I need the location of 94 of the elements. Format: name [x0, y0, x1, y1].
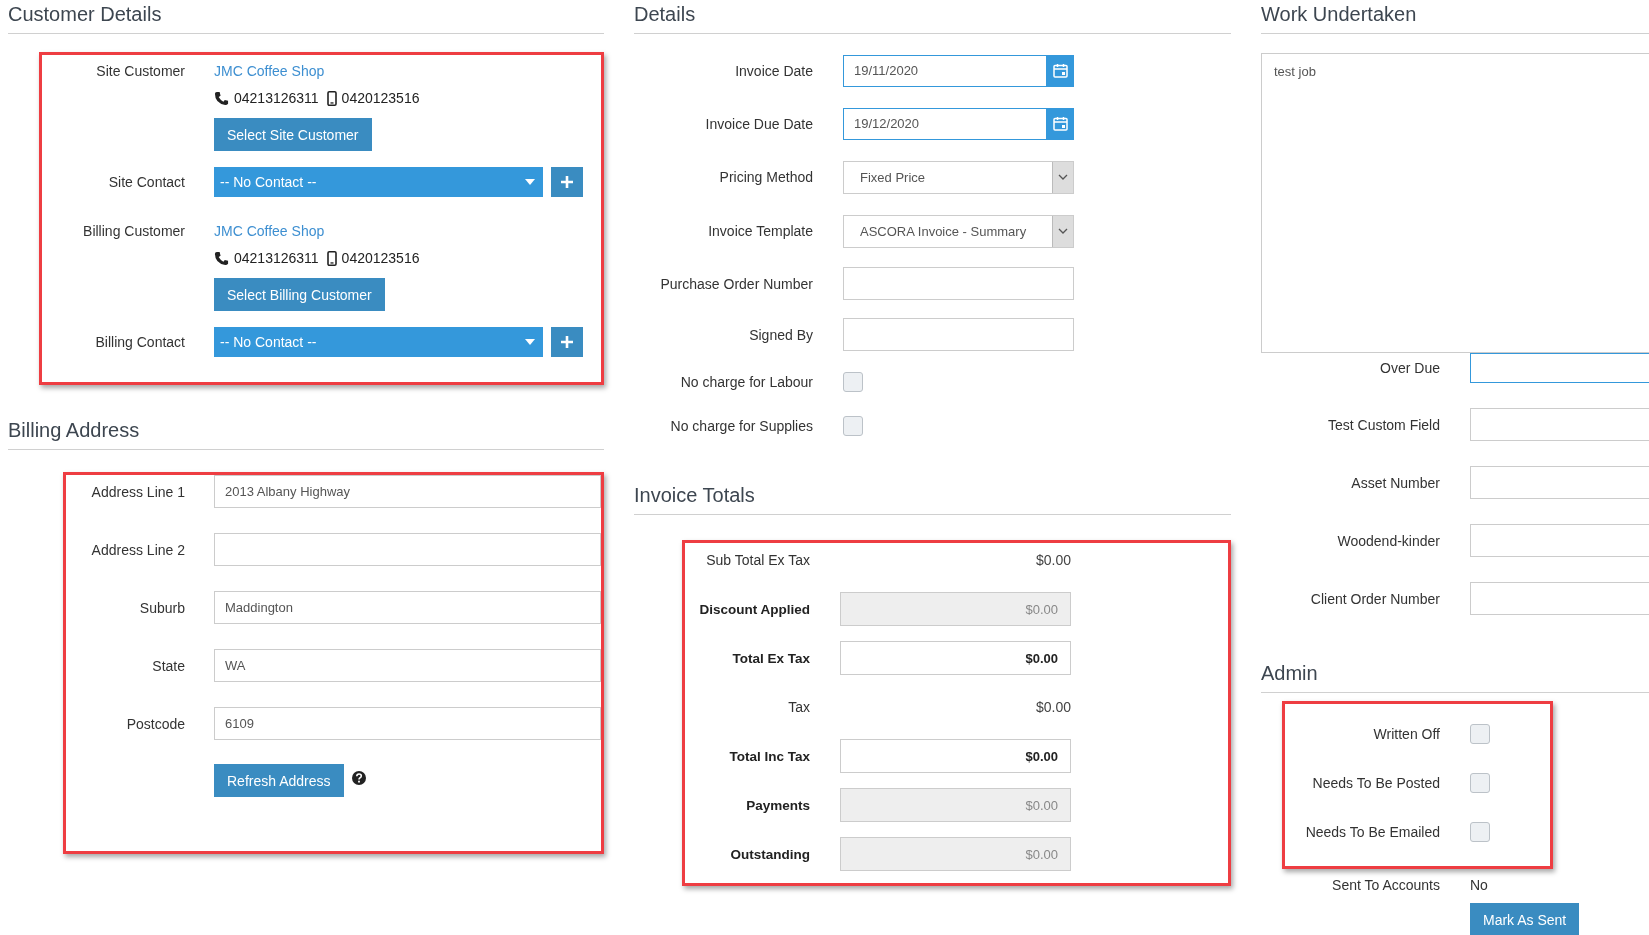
field-label: Test Custom Field: [1326, 416, 1440, 433]
phone-icon: [214, 90, 229, 106]
select-customer-button[interactable]: Select Billing Customer: [214, 278, 385, 311]
customer-link[interactable]: JMC Coffee Shop: [214, 61, 325, 81]
mobile-number: 0420123516: [341, 249, 420, 268]
field-label: Address Line 2: [90, 541, 185, 558]
checkbox[interactable]: [843, 372, 863, 392]
field-label: Client Order Number: [1309, 590, 1440, 607]
phone-number: 04213126311: [234, 89, 319, 108]
help-icon: [351, 770, 366, 785]
mobile-phone-icon: [326, 250, 337, 266]
plus-icon: [561, 176, 573, 188]
field-label: Needs To Be Posted: [1311, 775, 1440, 791]
phone-icon: [214, 250, 229, 266]
field-label: Postcode: [125, 715, 185, 732]
checkbox[interactable]: [1470, 724, 1490, 744]
field-label: Pricing Method: [718, 169, 813, 185]
field-label: Invoice Date: [734, 62, 813, 79]
readonly-total-field: $0.00: [840, 837, 1071, 871]
field-label: Invoice Template: [707, 223, 813, 239]
total-field: $0.00: [840, 641, 1071, 675]
address-field[interactable]: 2013 Albany Highway: [214, 475, 601, 508]
phone-number: 04213126311: [234, 249, 319, 268]
field-label: Purchase Order Number: [659, 275, 813, 292]
calendar-button[interactable]: [1047, 107, 1074, 140]
field-label: Total Inc Tax: [728, 748, 810, 764]
field-label: Billing Customer: [82, 222, 185, 241]
text-field[interactable]: [843, 318, 1074, 351]
field-label: Address Line 1: [90, 483, 185, 500]
checkbox[interactable]: [1470, 822, 1490, 842]
date-field[interactable]: 19/11/2020: [843, 54, 1047, 87]
field-label: Sent To Accounts: [1331, 877, 1440, 893]
field-label: Invoice Due Date: [704, 115, 813, 132]
sent-to-accounts-value: No: [1470, 877, 1488, 893]
section-heading: Admin: [1261, 659, 1649, 693]
select-field[interactable]: ASCORA Invoice - Summary: [843, 214, 1074, 248]
field-label: Written Off: [1372, 726, 1440, 742]
readonly-total-field: $0.00: [840, 788, 1071, 822]
address-field[interactable]: WA: [214, 649, 601, 682]
calendar-icon: [1053, 116, 1068, 131]
field-label: Discount Applied: [698, 601, 810, 617]
field-label: Suburb: [138, 599, 185, 616]
plus-icon: [561, 336, 573, 348]
field-label: Outstanding: [729, 846, 810, 862]
field-label: Signed By: [748, 326, 813, 343]
section-heading: Work Undertaken: [1261, 0, 1649, 34]
total-value: $0.00: [1034, 552, 1071, 568]
field-label: Site Contact: [107, 174, 185, 190]
select-value: Fixed Price: [860, 169, 926, 185]
total-field: $0.00: [840, 739, 1071, 773]
chevron-down-icon: [1058, 228, 1068, 234]
mobile-number: 0420123516: [341, 89, 420, 108]
refresh-address-button[interactable]: Refresh Address: [214, 764, 344, 797]
customer-link[interactable]: JMC Coffee Shop: [214, 221, 325, 241]
field-label: Asset Number: [1350, 474, 1440, 491]
address-field[interactable]: Maddington: [214, 591, 601, 624]
section-heading: Customer Details: [8, 0, 604, 34]
mark-as-sent-button[interactable]: Mark As Sent: [1470, 903, 1580, 935]
text-field[interactable]: [843, 267, 1074, 300]
caret-icon: [525, 179, 535, 185]
caret-icon: [525, 339, 535, 345]
field-label: Payments: [745, 797, 810, 813]
field-label: Site Customer: [95, 62, 185, 81]
section-heading: Details: [634, 0, 1231, 34]
add-contact-button[interactable]: [551, 167, 583, 197]
section-heading: Invoice Totals: [634, 481, 1231, 515]
checkbox[interactable]: [843, 416, 863, 436]
select-customer-button[interactable]: Select Site Customer: [214, 118, 372, 151]
field-label: Tax: [787, 699, 810, 715]
field-label: Woodend-kinder: [1336, 532, 1440, 549]
checkbox[interactable]: [1470, 773, 1490, 793]
select-field[interactable]: Fixed Price: [843, 160, 1074, 194]
field-label: No charge for Labour: [679, 374, 813, 390]
address-field[interactable]: [214, 533, 601, 566]
section-heading: Billing Address: [8, 416, 604, 450]
mobile-phone-icon: [326, 90, 337, 106]
field-label: State: [151, 657, 185, 674]
select-value: ASCORA Invoice - Summary: [860, 223, 1027, 239]
address-field[interactable]: 6109: [214, 707, 601, 740]
field-label: Over Due: [1379, 360, 1440, 376]
add-contact-button[interactable]: [551, 327, 583, 357]
field-label: Needs To Be Emailed: [1304, 824, 1440, 840]
field-label: No charge for Supplies: [669, 418, 813, 434]
date-field[interactable]: 19/12/2020: [843, 107, 1047, 140]
chevron-down-icon: [1058, 174, 1068, 180]
dropdown-value: -- No Contact --: [220, 174, 317, 190]
readonly-total-field: $0.00: [840, 592, 1071, 626]
dropdown-value: -- No Contact --: [220, 334, 317, 350]
calendar-button[interactable]: [1047, 54, 1074, 87]
calendar-icon: [1053, 63, 1068, 78]
field-label: Sub Total Ex Tax: [705, 552, 810, 568]
field-label: Total Ex Tax: [731, 650, 810, 666]
field-label: Billing Contact: [94, 334, 185, 350]
total-value: $0.00: [1034, 699, 1071, 715]
